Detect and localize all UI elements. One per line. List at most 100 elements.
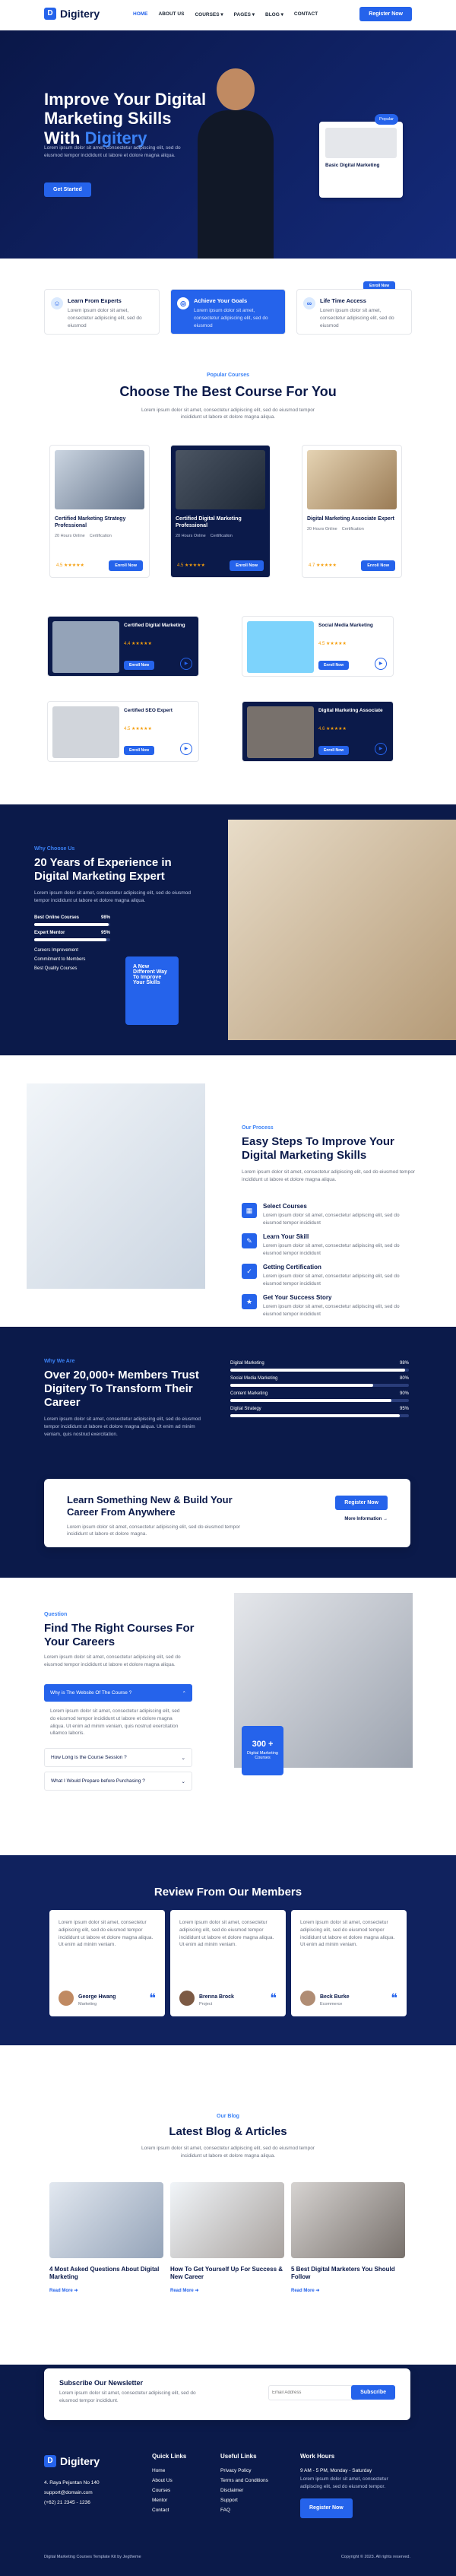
- faq-question-active[interactable]: Why is The Website Of The Course ? ⌃: [44, 1684, 192, 1702]
- enroll-button[interactable]: Enroll Now: [124, 746, 155, 755]
- header-register-button[interactable]: Register Now: [359, 7, 412, 21]
- logo-mark-icon: D: [44, 8, 56, 20]
- main-nav: HOME ABOUT US COURSES ▾ PAGES ▾ BLOG ▾ C…: [133, 11, 318, 17]
- play-icon[interactable]: ▶: [180, 658, 192, 670]
- nav-courses[interactable]: COURSES ▾: [195, 11, 223, 17]
- faq-list: Why is The Website Of The Course ? ⌃ Lore…: [44, 1684, 192, 1791]
- footer-credit: Digital Marketing Courses Template Kit b…: [44, 2555, 141, 2559]
- book-icon: ✎: [242, 1233, 257, 1248]
- play-icon[interactable]: ▶: [375, 658, 387, 670]
- steps-heading: Our Process Easy Steps To Improve Your D…: [242, 1125, 415, 1182]
- newsletter-email-input[interactable]: [268, 2385, 359, 2400]
- step-item: ★ Get Your Success Story Lorem ipsum dolor…: [242, 1294, 409, 1318]
- enroll-button[interactable]: Enroll Now: [109, 560, 143, 571]
- student-photo: [27, 1083, 205, 1289]
- quote-icon: ❝: [270, 1992, 277, 2005]
- chevron-up-icon: ⌃: [182, 1691, 186, 1696]
- course-card-wide[interactable]: Certified SEO Expert 4.5 ★★★★★ Enroll Now ▶: [47, 701, 199, 762]
- brand-name: Digitery: [60, 8, 100, 20]
- blog-card[interactable]: 5 Best Digital Marketers You Should Foll…: [291, 2182, 405, 2293]
- nav-about[interactable]: ABOUT US: [159, 11, 185, 17]
- footer-useful-links: Useful Links Privacy Policy Terms and Cond…: [220, 2453, 268, 2513]
- step-item: ✎ Learn Your Skill Lorem ipsum dolor sit a…: [242, 1233, 409, 1258]
- why-skills: Best Online Courses 98% Expert Mentor 95% …: [34, 915, 110, 971]
- course-card-wide[interactable]: Certified Digital Marketing 4.4 ★★★★★ Enro…: [47, 616, 199, 677]
- review-card: Lorem ipsum dolor sit amet, consectetur …: [49, 1910, 165, 2016]
- nav-pages[interactable]: PAGES ▾: [234, 11, 255, 17]
- hero-person-image: [190, 53, 281, 259]
- cta-card: Learn Something New & Build Your Career …: [44, 1479, 410, 1547]
- nav-blog[interactable]: BLOG ▾: [265, 11, 283, 17]
- logo[interactable]: D Digitery: [44, 8, 100, 20]
- certificate-icon: ✓: [242, 1264, 257, 1279]
- more-info-link[interactable]: More Information →: [344, 1517, 388, 1521]
- team-photo: [228, 820, 456, 1040]
- chevron-down-icon: ⌄: [181, 1756, 185, 1761]
- blog-card[interactable]: How To Get Yourself Up For Success & New…: [170, 2182, 284, 2293]
- why-box: A New Different Way To Improve Your Skil…: [125, 956, 179, 1025]
- target-icon: ◎: [177, 297, 189, 309]
- faq-question[interactable]: How Long is the Course Session ? ⌄: [44, 1748, 192, 1767]
- get-started-button[interactable]: Get Started: [44, 182, 91, 197]
- blog-card[interactable]: 4 Most Asked Questions About Digital Mar…: [49, 2182, 163, 2293]
- course-thumb: [325, 128, 397, 158]
- infinity-icon: ∞: [303, 297, 315, 309]
- avatar: [179, 1991, 195, 2006]
- hero-section: Improve Your Digital Marketing Skills Wi…: [0, 30, 456, 290]
- read-more-link[interactable]: Read More ➜: [291, 2288, 405, 2293]
- read-more-link[interactable]: Read More ➜: [49, 2288, 163, 2293]
- quote-icon: ❝: [391, 1992, 397, 2005]
- chevron-down-icon: ⌄: [181, 1779, 185, 1784]
- course-card-wide[interactable]: Social Media Marketing 4.5 ★★★★★ Enroll No…: [242, 616, 394, 677]
- hero-desc: Lorem ipsum dolor sit amet, consectetur …: [44, 145, 181, 158]
- play-icon[interactable]: ▶: [375, 743, 387, 755]
- feature-access: ∞ Life Time Access Lorem ipsum dolor sit a…: [296, 289, 412, 335]
- nav-contact[interactable]: CONTACT: [294, 11, 318, 17]
- footer-contact: D Digitery 4. Raya Pejuntan No 140 support…: [44, 2455, 100, 2505]
- course-card[interactable]: Certified Marketing Strategy Professiona…: [49, 445, 150, 578]
- courses-heading: Popular Courses Choose The Best Course F…: [119, 373, 337, 420]
- faq-answer: Lorem ipsum dolor sit amet, consectetur …: [50, 1708, 180, 1737]
- cta-register-button[interactable]: Register Now: [335, 1496, 388, 1510]
- review-card: Lorem ipsum dolor sit amet, consectetur …: [291, 1910, 407, 2016]
- review-card: Lorem ipsum dolor sit amet, consectetur …: [170, 1910, 286, 2016]
- faq-question[interactable]: What I Would Prepare before Purchasing ?…: [44, 1772, 192, 1791]
- enroll-button[interactable]: Enroll Now: [318, 746, 350, 755]
- why-section: Why Choose Us 20 Years of Experience in …: [0, 804, 456, 1055]
- footer-quick-links: Quick Links Home About Us Courses Mentor Cont…: [152, 2453, 187, 2513]
- hero-card-title: Basic Digital Marketing: [325, 163, 380, 168]
- star-icon: ★: [242, 1294, 257, 1309]
- faq-heading: Question Find The Right Courses For Your…: [44, 1612, 195, 1667]
- course-card-wide[interactable]: Digital Marketing Associate 4.6 ★★★★★ Enro…: [242, 701, 394, 762]
- newsletter-card: Subscribe Our Newsletter Lorem ipsum dol…: [44, 2368, 410, 2420]
- footer-hours: Work Hours 9 AM - 5 PM, Monday - Saturday…: [300, 2451, 410, 2518]
- quote-icon: ❝: [149, 1992, 156, 2005]
- enroll-button[interactable]: Enroll Now: [318, 661, 350, 670]
- course-icon: ▦: [242, 1203, 257, 1218]
- read-more-link[interactable]: Read More ➜: [170, 2288, 284, 2293]
- logo-mark-icon: D: [44, 2455, 56, 2467]
- courses-count-badge: 300 + Digital Marketing Courses: [242, 1726, 283, 1775]
- enroll-button[interactable]: Enroll Now: [230, 560, 264, 571]
- feature-experts: ☺ Learn From Experts Lorem ipsum dolor sit…: [44, 289, 160, 335]
- expert-icon: ☺: [51, 297, 63, 309]
- footer-register-button[interactable]: Register Now: [300, 2498, 353, 2518]
- enroll-button[interactable]: Enroll Now: [361, 560, 395, 571]
- blog-heading: Our Blog Latest Blog & Articles Lorem ip…: [141, 2114, 315, 2159]
- popular-badge: Popular: [375, 114, 398, 125]
- member-skills: Digital Marketing 98% Social Media Market…: [230, 1361, 409, 1422]
- play-icon[interactable]: ▶: [180, 743, 192, 755]
- footer-copyright: Copyright © 2023. All rights reserved.: [340, 2555, 410, 2559]
- course-card[interactable]: Digital Marketing Associate Expert 20 Hou…: [302, 445, 402, 578]
- nav-home[interactable]: HOME: [133, 11, 148, 17]
- enroll-button[interactable]: Enroll Now: [124, 661, 155, 670]
- step-item: ✓ Getting Certification Lorem ipsum dolor …: [242, 1264, 409, 1288]
- avatar: [300, 1991, 315, 2006]
- avatar: [59, 1991, 74, 2006]
- site-header: D Digitery HOME ABOUT US COURSES ▾ PAGES …: [0, 0, 456, 30]
- hero-title: Improve Your Digital Marketing Skills Wi…: [44, 90, 207, 148]
- course-card[interactable]: Certified Digital Marketing Professional…: [170, 445, 271, 578]
- subscribe-button[interactable]: Subscribe: [351, 2385, 395, 2400]
- feature-goals: ◎ Achieve Your Goals Lorem ipsum dolor sit…: [170, 289, 286, 335]
- hero-course-card[interactable]: Popular Basic Digital Marketing Enroll N…: [319, 114, 403, 290]
